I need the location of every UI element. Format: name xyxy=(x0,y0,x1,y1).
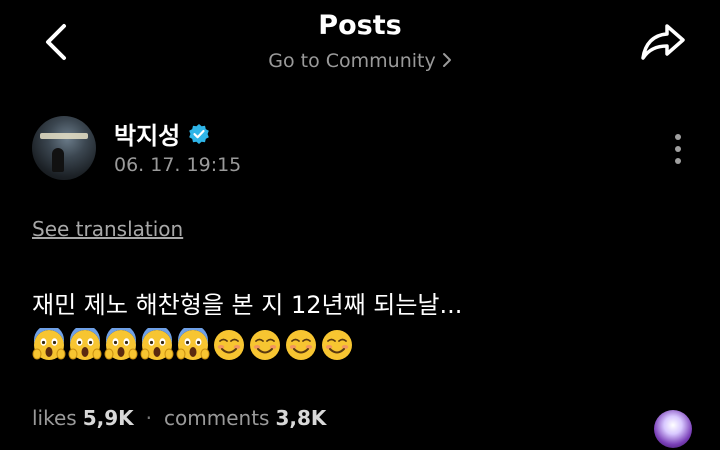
community-link-label: Go to Community xyxy=(268,50,436,72)
post-screen: Posts Go to Community 박지성 06. 17. 19:15 … xyxy=(0,0,720,450)
face-screaming-in-fear-icon xyxy=(104,328,138,362)
avatar-photo-detail xyxy=(40,133,88,139)
smiling-face-icon xyxy=(320,328,354,362)
comments-stat[interactable]: comments 3,8K xyxy=(164,406,326,430)
smiling-face-icon xyxy=(212,328,246,362)
author-name: 박지성 xyxy=(114,122,181,150)
share-arrow-icon xyxy=(641,24,685,60)
more-vertical-icon xyxy=(675,134,681,140)
more-options-button[interactable] xyxy=(664,128,692,170)
see-translation-link[interactable]: See translation xyxy=(32,217,183,241)
comments-count: 3,8K xyxy=(275,406,327,430)
top-bar: Posts Go to Community xyxy=(0,0,720,90)
face-screaming-in-fear-icon xyxy=(176,328,210,362)
verified-badge-icon xyxy=(188,123,210,145)
post-stats: likes 5,9K · comments 3,8K xyxy=(32,406,326,430)
post-emoji-row xyxy=(32,328,354,362)
likes-stat[interactable]: likes 5,9K xyxy=(32,406,134,430)
smiling-face-icon xyxy=(248,328,282,362)
author-name-row[interactable]: 박지성 xyxy=(114,116,210,151)
smiling-face-icon xyxy=(284,328,318,362)
post-text: 재민 제노 해찬형을 본 지 12년째 되는날... xyxy=(32,291,463,319)
face-screaming-in-fear-icon xyxy=(32,328,66,362)
likes-label: likes xyxy=(32,406,77,430)
likes-count: 5,9K xyxy=(82,406,134,430)
page-title: Posts xyxy=(318,10,402,41)
stats-separator: · xyxy=(145,406,153,430)
comments-label: comments xyxy=(164,406,270,430)
share-button[interactable] xyxy=(636,20,690,64)
chevron-right-icon xyxy=(442,51,452,73)
post-timestamp: 06. 17. 19:15 xyxy=(114,154,242,176)
go-to-community-link[interactable]: Go to Community xyxy=(0,50,720,73)
face-screaming-in-fear-icon xyxy=(68,328,102,362)
current-user-avatar[interactable] xyxy=(654,410,692,448)
author-avatar[interactable] xyxy=(32,116,96,180)
avatar-photo-figure xyxy=(52,148,64,172)
face-screaming-in-fear-icon xyxy=(140,328,174,362)
